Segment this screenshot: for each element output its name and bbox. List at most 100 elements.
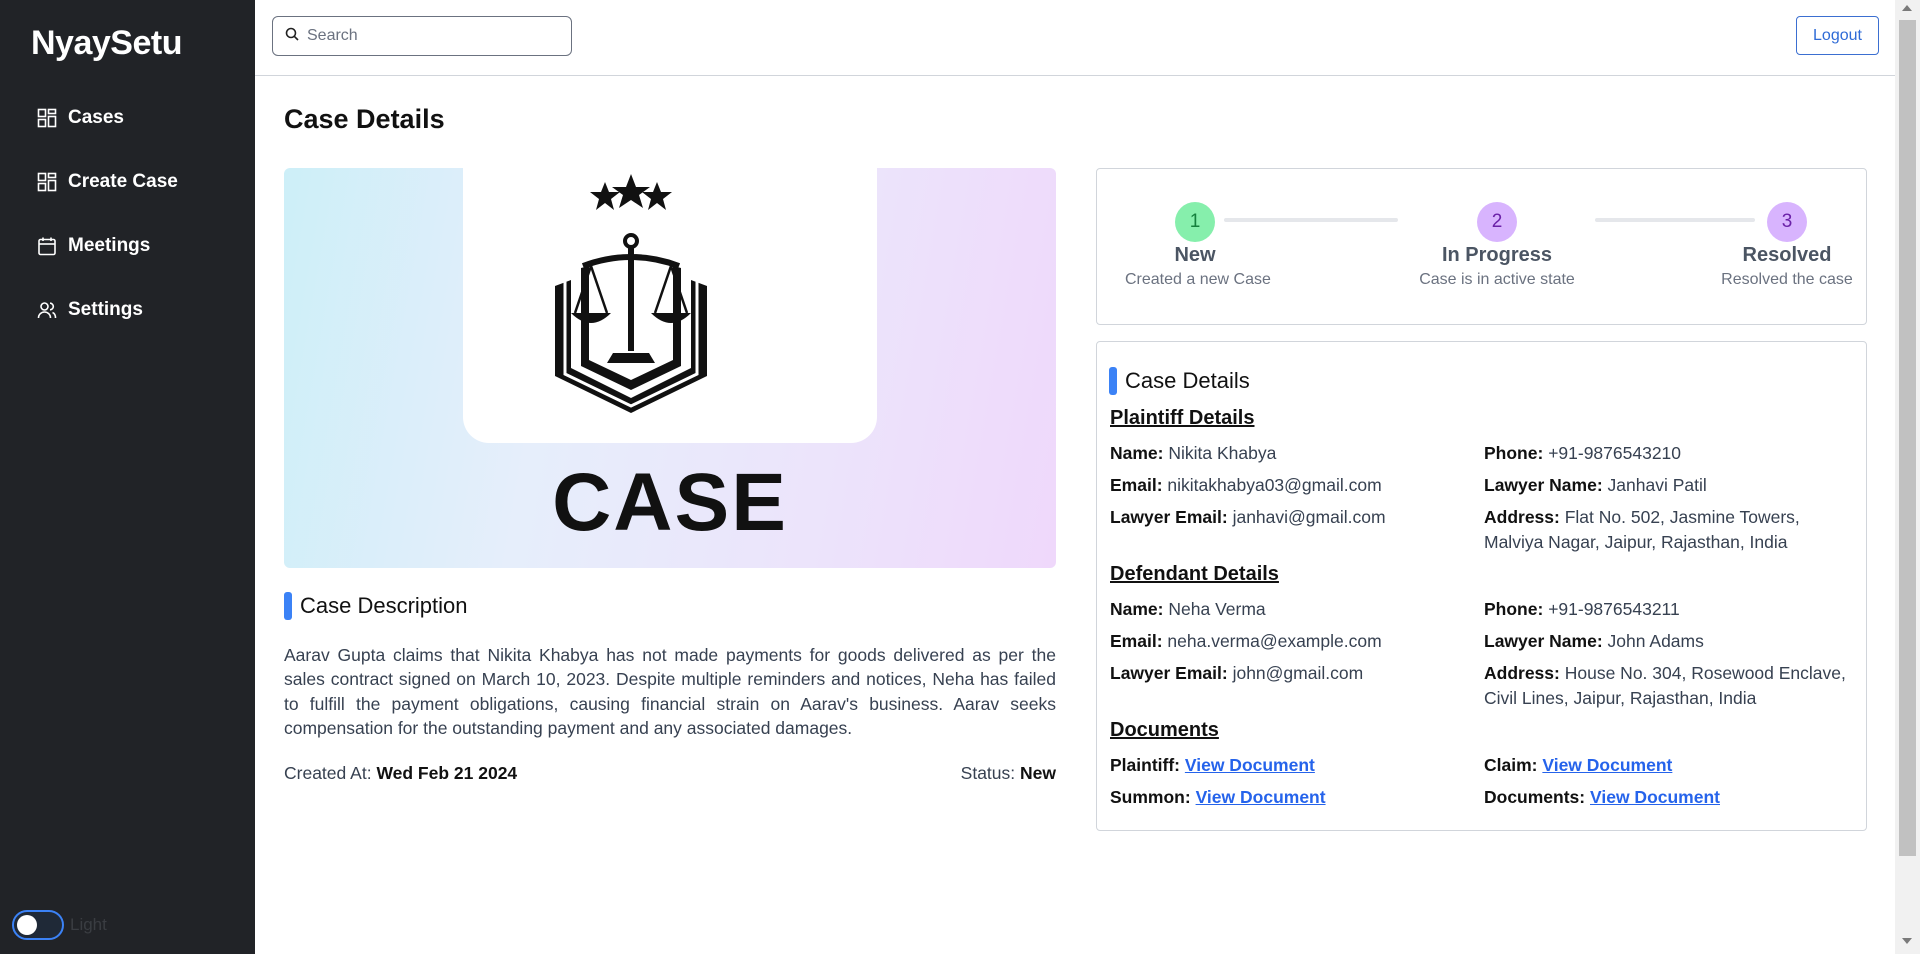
field-value: Neha Verma [1168, 599, 1266, 619]
switch-knob [17, 915, 37, 935]
case-banner-image: CASE [284, 168, 1056, 568]
sidebar-item-label: Create Case [68, 171, 178, 192]
field-label: Documents: [1484, 787, 1586, 807]
calendar-icon [36, 235, 58, 257]
step-resolved: 3 Resolved Resolved the case [1717, 202, 1857, 289]
banner-card [463, 168, 877, 443]
defendant-email: Email: neha.verma@example.com [1110, 629, 1382, 654]
view-document-link[interactable]: View Document [1185, 755, 1315, 775]
status: Status: New [961, 763, 1056, 784]
view-document-link[interactable]: View Document [1196, 787, 1326, 807]
field-value: John Adams [1607, 631, 1704, 651]
field-label: Name: [1110, 599, 1164, 619]
section-title: Case Description [300, 593, 468, 618]
step-number: 1 [1175, 202, 1215, 242]
status-label: Status: [960, 763, 1016, 783]
scroll-down-arrow-icon[interactable] [1902, 938, 1912, 944]
topbar: Logout [255, 0, 1895, 76]
grid-icon [36, 171, 58, 193]
field-value: Nikita Khabya [1168, 443, 1277, 463]
plaintiff-details-heading: Plaintiff Details [1110, 407, 1255, 429]
documents-heading: Documents [1110, 719, 1219, 741]
case-description-text: Aarav Gupta claims that Nikita Khabya ha… [284, 645, 1056, 738]
field-value: Civil Lines, Jaipur, Rajasthan, India [1484, 687, 1757, 708]
field-label: Email: [1110, 475, 1163, 495]
sidebar-item-settings[interactable]: Settings [36, 292, 178, 328]
field-value: john@gmail.com [1232, 663, 1364, 683]
sidebar: NyaySetu Cases Create Case Meetings Sett… [0, 0, 255, 954]
scrollbar[interactable] [1895, 0, 1920, 954]
case-details-card: Case Details Plaintiff Details Name: Nik… [1096, 341, 1867, 831]
field-value: Flat No. 502, Jasmine Towers, [1564, 507, 1800, 527]
plaintiff-document: Plaintiff: View Document [1110, 753, 1315, 778]
search-input[interactable] [307, 27, 547, 45]
sidebar-item-label: Meetings [68, 235, 151, 256]
field-value: neha.verma@example.com [1167, 631, 1382, 651]
defendant-lawyer-name: Lawyer Name: John Adams [1484, 629, 1704, 654]
grid-icon [36, 107, 58, 129]
claim-document: Claim: View Document [1484, 753, 1672, 778]
field-value: nikitakhabya03@gmail.com [1167, 475, 1382, 495]
field-value: +91-9876543210 [1548, 443, 1682, 463]
field-value: Janhavi Patil [1607, 475, 1707, 495]
defendant-name: Name: Neha Verma [1110, 597, 1266, 622]
theme-label: Light [70, 915, 107, 934]
logout-button[interactable]: Logout [1796, 16, 1879, 55]
field-label: Lawyer Email: [1110, 663, 1228, 683]
step-number: 2 [1477, 202, 1517, 242]
field-label: Name: [1110, 443, 1164, 463]
sidebar-item-create-case[interactable]: Create Case [36, 164, 178, 200]
theme-toggle[interactable]: Light [12, 910, 107, 940]
theme-switch[interactable] [12, 910, 64, 940]
field-label: Lawyer Email: [1110, 507, 1228, 527]
field-value: House No. 304, Rosewood Enclave, [1564, 663, 1846, 683]
view-document-link[interactable]: View Document [1590, 787, 1720, 807]
view-document-link[interactable]: View Document [1542, 755, 1672, 775]
scrollbar-thumb[interactable] [1899, 20, 1916, 856]
banner-case-text: CASE [552, 457, 788, 548]
field-label: Lawyer Name: [1484, 631, 1603, 651]
step-name: New [1174, 244, 1216, 266]
other-documents: Documents: View Document [1484, 785, 1720, 810]
sidebar-item-label: Settings [68, 299, 143, 320]
created-at-label: Created At: [284, 763, 372, 783]
field-label: Phone: [1484, 599, 1544, 619]
step-in-progress: 2 In Progress Case is in active state [1414, 202, 1580, 289]
defendant-address: Address: House No. 304, Rosewood Enclave… [1484, 661, 1846, 710]
plaintiff-lawyer-email: Lawyer Email: janhavi@gmail.com [1110, 505, 1386, 530]
field-label: Phone: [1484, 443, 1544, 463]
scroll-up-arrow-icon[interactable] [1902, 5, 1912, 11]
status-value: New [1020, 763, 1056, 783]
case-details-heading: Case Details [1109, 367, 1250, 395]
field-label: Address: [1484, 663, 1560, 683]
defendant-lawyer-email: Lawyer Email: john@gmail.com [1110, 661, 1363, 686]
accent-bar [1109, 367, 1117, 395]
field-label: Plaintiff: [1110, 755, 1180, 775]
defendant-details-heading: Defendant Details [1110, 563, 1279, 585]
field-label: Address: [1484, 507, 1560, 527]
plaintiff-phone: Phone: +91-9876543210 [1484, 441, 1681, 466]
sidebar-item-meetings[interactable]: Meetings [36, 228, 178, 264]
created-at: Created At: Wed Feb 21 2024 [284, 763, 517, 784]
section-title: Case Details [1125, 368, 1250, 393]
field-value: janhavi@gmail.com [1232, 507, 1386, 527]
field-label: Lawyer Name: [1484, 475, 1603, 495]
field-label: Claim: [1484, 755, 1538, 775]
plaintiff-name: Name: Nikita Khabya [1110, 441, 1276, 466]
sidebar-item-cases[interactable]: Cases [36, 100, 178, 136]
search-box[interactable] [272, 16, 572, 56]
sidebar-item-label: Cases [68, 107, 124, 128]
case-description-heading: Case Description [284, 592, 468, 620]
plaintiff-address: Address: Flat No. 502, Jasmine Towers, Ma… [1484, 505, 1800, 554]
plaintiff-email: Email: nikitakhabya03@gmail.com [1110, 473, 1382, 498]
step-description: Resolved the case [1721, 271, 1853, 288]
search-icon [285, 27, 299, 46]
defendant-phone: Phone: +91-9876543211 [1484, 597, 1680, 622]
created-at-value: Wed Feb 21 2024 [376, 763, 518, 783]
case-meta: Created At: Wed Feb 21 2024 Status: New [284, 763, 1056, 784]
brand-logo[interactable]: NyaySetu [31, 24, 182, 63]
field-value: Malviya Nagar, Jaipur, Rajasthan, India [1484, 531, 1788, 552]
summon-document: Summon: View Document [1110, 785, 1326, 810]
field-value: +91-9876543211 [1548, 599, 1680, 619]
field-label: Email: [1110, 631, 1163, 651]
